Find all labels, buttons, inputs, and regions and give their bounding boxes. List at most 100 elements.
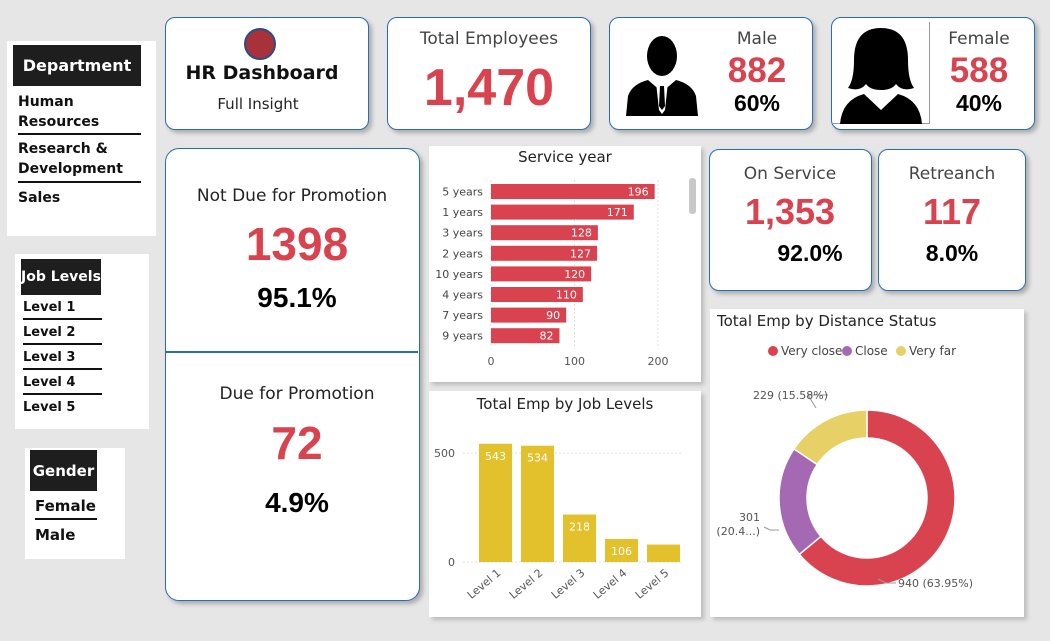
slicer-item-sales[interactable]: Sales xyxy=(18,188,141,208)
distance-data-label: (20.4...) xyxy=(716,525,760,538)
not-due-promotion-value: 1398 xyxy=(245,218,349,270)
slicer-item-human-resources[interactable]: Human Resources xyxy=(18,92,141,135)
slicer-item-level-5[interactable]: Level 5 xyxy=(23,398,102,420)
service-year-category-label: 5 years xyxy=(442,186,483,199)
service-year-data-label: 90 xyxy=(546,309,560,322)
header-card: HR Dashboard Full Insight xyxy=(165,17,369,130)
distance-data-label: 301 xyxy=(739,511,760,524)
retreanch-value: 117 xyxy=(922,191,982,232)
on-service-percentage: 92.0% xyxy=(777,240,843,266)
service-year-data-label: 110 xyxy=(556,289,577,302)
slicer-item-research-development[interactable]: Research & Development xyxy=(18,139,141,183)
slicer-item-level-3[interactable]: Level 3 xyxy=(23,348,102,370)
female-person-silhouette-icon xyxy=(840,28,922,124)
service-year-chart-title: Service year xyxy=(518,148,612,166)
job-levels-category-label: Level 1 xyxy=(465,566,504,601)
distance-legend-marker xyxy=(842,346,852,356)
gender-slicer: Gender Female Male xyxy=(25,448,125,559)
job-levels-slicer-title: Job Levels xyxy=(21,259,101,295)
service-year-category-label: 7 years xyxy=(442,309,483,322)
distance-data-label: 940 (63.95%) xyxy=(898,577,973,590)
service-year-data-label: 128 xyxy=(571,227,592,240)
distance-legend-label: Very close xyxy=(781,344,842,358)
job-levels-slicer: Job Levels Level 1 Level 2 Level 3 Level… xyxy=(15,254,149,429)
job-levels-bar-chart: 0500 543Level 1534Level 2218Level 3106Lev… xyxy=(434,443,683,602)
job-levels-data-label: 106 xyxy=(611,545,632,558)
gender-slicer-title: Gender xyxy=(30,450,97,491)
male-person-silhouette-icon xyxy=(626,36,698,116)
distance-legend-label: Very far xyxy=(909,344,956,358)
job-levels-data-label: 543 xyxy=(485,450,506,463)
job-levels-tick-label: 0 xyxy=(448,556,455,569)
service-year-category-label: 4 years xyxy=(442,289,483,302)
job-levels-tick-label: 500 xyxy=(434,447,455,460)
service-year-data-label: 127 xyxy=(570,247,591,260)
slicer-item-level-2[interactable]: Level 2 xyxy=(23,323,102,345)
total-employees-label: Total Employees xyxy=(419,29,559,49)
service-year-tick-label: 200 xyxy=(648,355,669,368)
service-year-category-label: 9 years xyxy=(442,330,483,343)
job-levels-category-label: Level 3 xyxy=(549,566,588,601)
distance-status-chart-title: Total Emp by Distance Status xyxy=(717,312,937,330)
not-due-promotion-label: Not Due for Promotion xyxy=(196,186,388,206)
male-card: Male 882 60% xyxy=(609,17,813,130)
service-year-category-label: 2 years xyxy=(442,247,483,260)
service-year-chart-panel: Service year 0 100 200 5 years 196 1 years 171… xyxy=(429,146,701,382)
on-service-label: On Service xyxy=(743,164,837,184)
male-value: 882 xyxy=(727,51,787,90)
department-slicer: Department Human Resources Research & De… xyxy=(7,41,156,236)
job-levels-category-label: Level 2 xyxy=(507,566,546,601)
distance-donut-slice xyxy=(792,409,868,466)
due-promotion-percentage: 4.9% xyxy=(265,487,329,518)
job-levels-chart-title: Total Emp by Job Levels xyxy=(476,395,654,413)
service-year-category-label: 3 years xyxy=(442,227,483,240)
distance-legend-label: Close xyxy=(855,344,888,358)
service-year-category-label: 1 years xyxy=(442,206,483,219)
job-levels-category-label: Level 5 xyxy=(633,566,672,601)
service-year-category-label: 10 years xyxy=(435,268,483,281)
distance-leader-line xyxy=(763,526,779,531)
retreanch-card: Retreanch 117 8.0% xyxy=(878,149,1026,291)
logo-circle-icon xyxy=(244,28,276,60)
due-promotion-value: 72 xyxy=(271,417,323,469)
distance-status-chart-panel: Total Emp by Distance Status Very close C… xyxy=(710,309,1024,617)
service-year-scrollbar[interactable] xyxy=(689,178,696,214)
on-service-card: On Service 1,353 92.0% xyxy=(709,149,872,291)
service-year-bar-chart: 0 100 200 5 years 196 1 years 171 3 years 128 2 y… xyxy=(435,180,669,368)
slicer-item-male[interactable]: Male xyxy=(35,525,97,549)
retreanch-percentage: 8.0% xyxy=(925,240,979,266)
total-employees-card: Total Employees 1,470 xyxy=(387,17,591,130)
due-promotion-label: Due for Promotion xyxy=(219,384,375,404)
service-year-data-label: 120 xyxy=(564,268,585,281)
slicer-item-female[interactable]: Female xyxy=(35,496,97,520)
service-year-tick-label: 0 xyxy=(488,355,495,368)
service-year-tick-label: 100 xyxy=(564,355,585,368)
service-year-data-label: 171 xyxy=(607,206,628,219)
total-employees-value: 1,470 xyxy=(423,59,555,117)
retreanch-label: Retreanch xyxy=(908,164,996,184)
distance-data-label: 229 (15.58%) xyxy=(753,389,828,402)
female-value: 588 xyxy=(949,51,1009,90)
distance-donut-slice xyxy=(778,447,822,556)
promotion-divider xyxy=(166,351,418,353)
dashboard-subtitle: Full Insight xyxy=(217,95,299,113)
on-service-value: 1,353 xyxy=(744,191,836,232)
male-percentage: 60% xyxy=(733,90,781,116)
job-levels-chart-panel: Total Emp by Job Levels 0 500 543 Level 1 53… xyxy=(429,391,701,617)
female-percentage: 40% xyxy=(955,90,1003,116)
job-levels-data-label: 218 xyxy=(569,521,590,534)
distance-status-donut-chart: Very close Close Very far 940 (63.95%) 301(2… xyxy=(716,344,973,590)
service-year-data-label: 196 xyxy=(628,186,649,199)
female-card: Female 588 40% xyxy=(831,17,1035,130)
service-year-data-label: 82 xyxy=(539,330,553,343)
distance-legend-marker xyxy=(896,346,906,356)
job-levels-data-label: 534 xyxy=(527,452,548,465)
job-levels-bar xyxy=(647,544,680,562)
department-slicer-title: Department xyxy=(13,45,141,86)
job-levels-category-label: Level 4 xyxy=(591,566,630,601)
promotion-card: Not Due for Promotion 1398 95.1% Due for… xyxy=(165,148,420,601)
slicer-item-level-1[interactable]: Level 1 xyxy=(23,298,102,320)
slicer-item-level-4[interactable]: Level 4 xyxy=(23,373,102,395)
distance-legend-marker xyxy=(768,346,778,356)
male-label: Male xyxy=(736,29,778,49)
